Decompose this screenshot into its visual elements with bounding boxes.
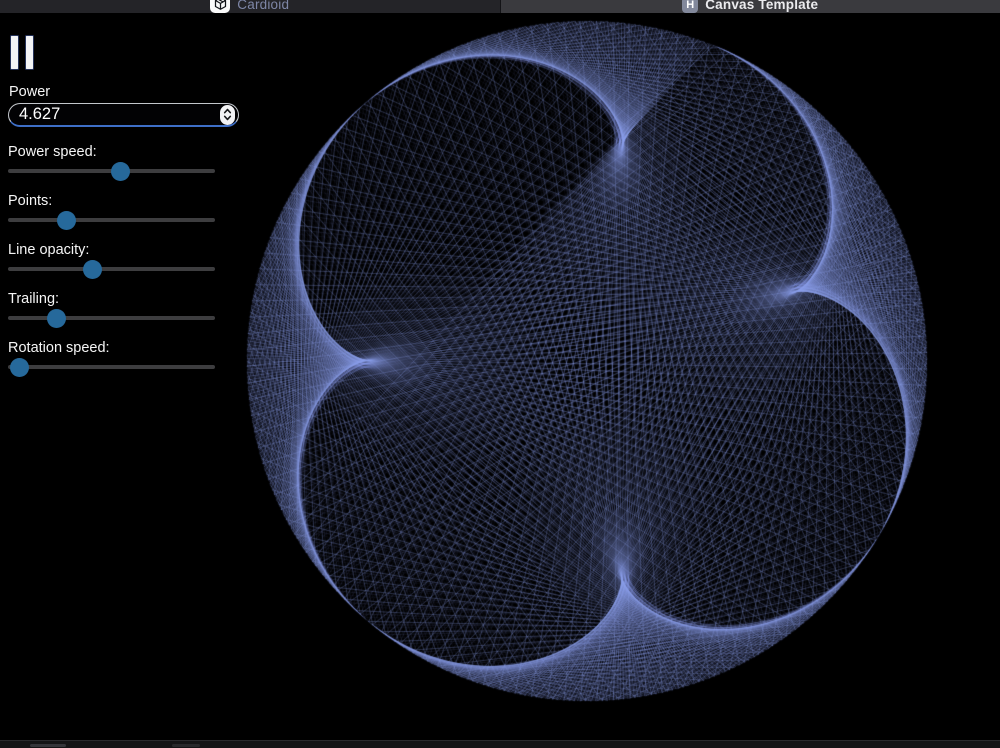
line-opacity-slider-thumb[interactable] xyxy=(83,260,102,279)
pause-button[interactable] xyxy=(10,35,40,73)
power-input[interactable] xyxy=(9,105,204,125)
rotation-speed-slider-group: Rotation speed: xyxy=(8,340,223,384)
pause-icon xyxy=(25,35,34,70)
points-slider-thumb[interactable] xyxy=(57,211,76,230)
number-stepper[interactable] xyxy=(220,105,235,125)
tab-canvas-template-label: Canvas Template xyxy=(705,0,818,13)
power-label: Power xyxy=(9,84,50,100)
rotation-speed-slider-track[interactable] xyxy=(8,365,215,369)
tab-bar: Cardioid H Canvas Template xyxy=(0,0,1000,13)
trailing-label: Trailing: xyxy=(8,291,223,307)
bottom-bar xyxy=(0,740,1000,748)
app-window: Cardioid H Canvas Template Power xyxy=(0,0,1000,748)
power-speed-slider-thumb[interactable] xyxy=(111,162,130,181)
scroll-grip xyxy=(30,744,66,747)
h-favicon-icon: H xyxy=(682,0,698,13)
power-input-box xyxy=(8,103,239,127)
tab-cardioid-label: Cardioid xyxy=(237,0,289,13)
cube-icon xyxy=(210,0,230,13)
line-opacity-label: Line opacity: xyxy=(8,242,223,258)
trailing-slider-track[interactable] xyxy=(8,316,215,320)
points-slider-track[interactable] xyxy=(8,218,215,222)
trailing-slider-thumb[interactable] xyxy=(47,309,66,328)
rotation-speed-slider-thumb[interactable] xyxy=(10,358,29,377)
pause-icon xyxy=(10,35,19,70)
control-panel: Power Power speed: Points: Line opacity: xyxy=(0,0,250,740)
line-opacity-slider-group: Line opacity: xyxy=(8,242,223,286)
points-label: Points: xyxy=(8,193,223,209)
trailing-slider-group: Trailing: xyxy=(8,291,223,335)
scroll-grip xyxy=(172,744,200,747)
line-opacity-slider-track[interactable] xyxy=(8,267,215,271)
tab-canvas-template-content: H Canvas Template xyxy=(682,0,818,13)
tab-canvas-template[interactable]: H Canvas Template xyxy=(500,0,1000,13)
rotation-speed-label: Rotation speed: xyxy=(8,340,223,356)
power-speed-label: Power speed: xyxy=(8,144,223,160)
tab-cardioid[interactable]: Cardioid xyxy=(0,0,500,13)
tab-cardioid-content: Cardioid xyxy=(210,0,289,13)
power-speed-slider-group: Power speed: xyxy=(8,144,223,188)
points-slider-group: Points: xyxy=(8,193,223,237)
